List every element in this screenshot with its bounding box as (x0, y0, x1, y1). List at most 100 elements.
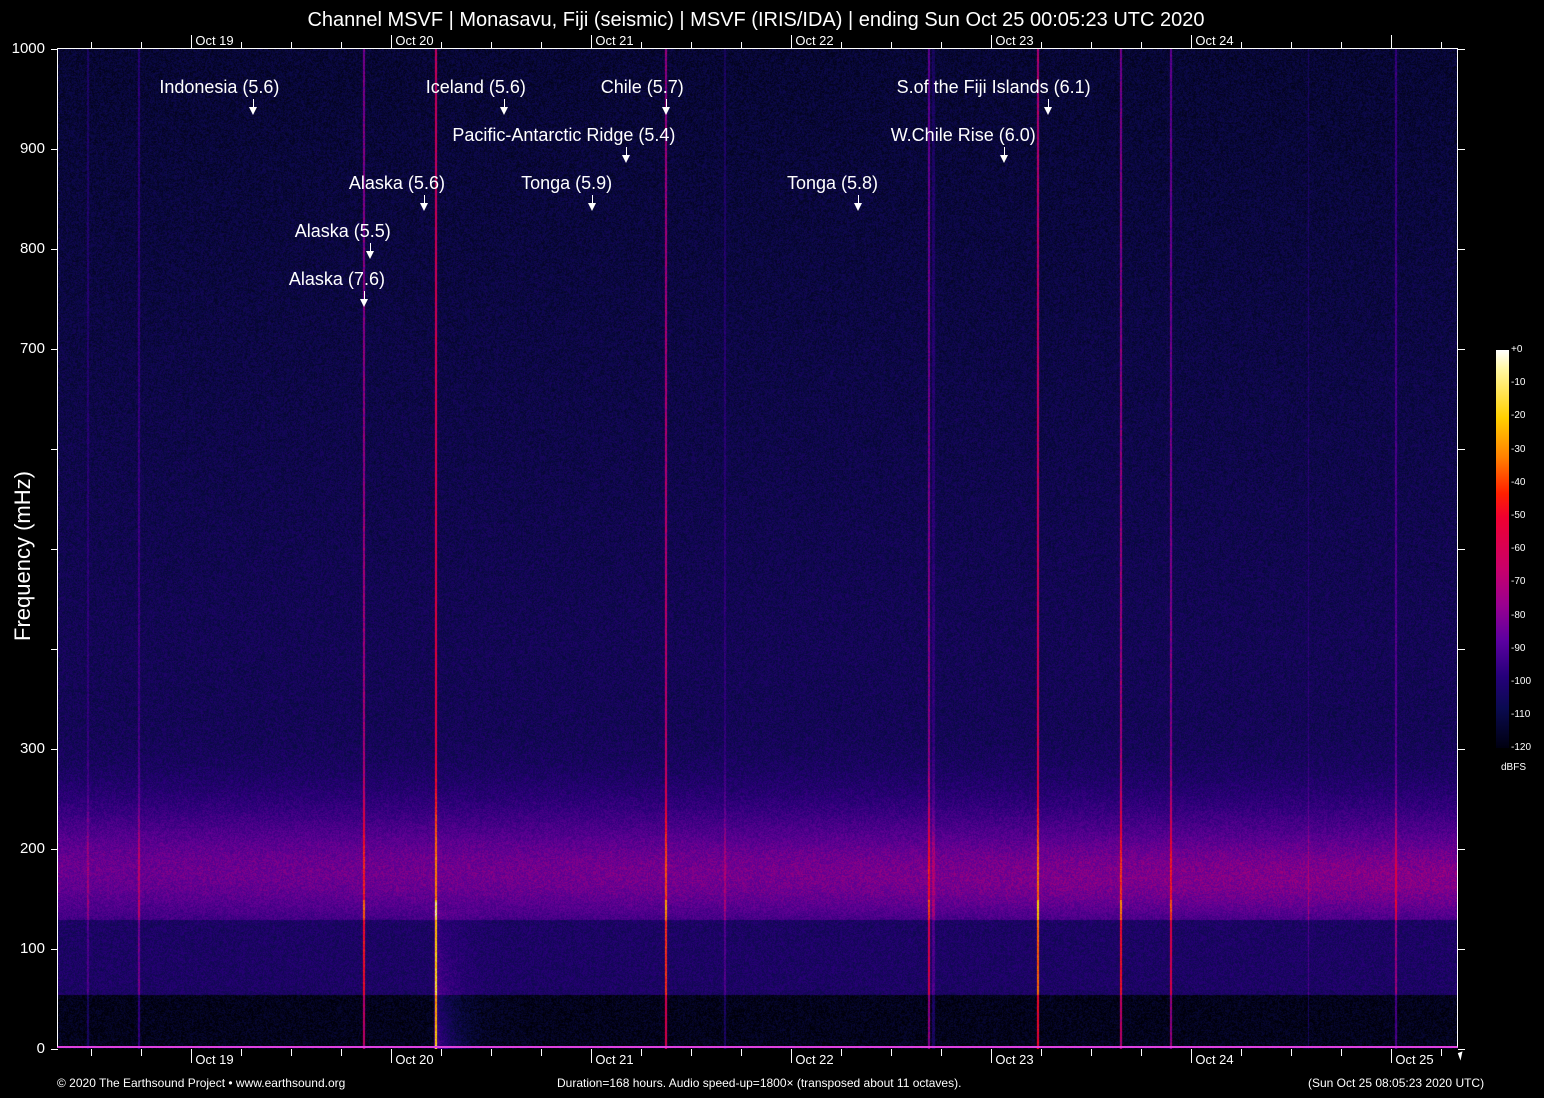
duration-info: Duration=168 hours. Audio speed-up=1800×… (557, 1076, 962, 1090)
y-tick-right (1458, 1049, 1465, 1050)
x-tick (1241, 1049, 1243, 1056)
x-tick-top (841, 42, 843, 49)
x-tick (941, 1049, 943, 1056)
x-tick-top (1191, 35, 1193, 49)
event-label: Indonesia (5.6) (159, 77, 280, 97)
y-tick (51, 949, 58, 950)
y-tick (51, 1049, 58, 1050)
colorbar-tick-label: -20 (1511, 410, 1526, 422)
x-tick (741, 1049, 743, 1056)
y-tick (51, 449, 58, 450)
colorbar-unit: dBFS (1501, 762, 1527, 773)
x-tick (541, 1049, 543, 1056)
y-tick-right (1458, 449, 1465, 450)
y-tick (51, 149, 58, 150)
x-tick-top (91, 42, 93, 49)
y-tick-label: 100 (19, 940, 45, 957)
x-tick (641, 1049, 643, 1056)
x-tick-label-top: Oct 23 (995, 33, 1034, 48)
x-tick-label-top: Oct 19 (195, 33, 234, 48)
cursor-icon (1457, 1051, 1466, 1061)
event-arrow-icon (419, 195, 428, 211)
x-tick (291, 1049, 293, 1056)
x-tick-top (691, 42, 693, 49)
chart-title: Channel MSVF | Monasavu, Fiji (seismic) … (307, 9, 1205, 31)
y-tick (51, 349, 58, 350)
x-tick (191, 1049, 193, 1063)
event-label: Alaska (7.6) (288, 269, 385, 289)
x-tick (691, 1049, 693, 1056)
x-tick-top (741, 42, 743, 49)
x-tick (991, 1049, 993, 1063)
y-tick-label: 900 (19, 140, 45, 157)
end-time: (Sun Oct 25 08:05:23 2020 UTC) (1308, 1076, 1485, 1090)
y-tick (51, 849, 58, 850)
y-tick-right (1458, 649, 1465, 650)
event-label: Iceland (5.6) (425, 77, 526, 97)
event-label: Alaska (5.5) (294, 221, 391, 241)
x-tick (891, 1049, 893, 1056)
x-tick (241, 1049, 243, 1056)
x-tick (141, 1049, 143, 1056)
y-tick-right (1458, 949, 1465, 950)
colorbar-tick-label: -30 (1511, 443, 1526, 455)
event-label: Tonga (5.9) (521, 173, 613, 193)
event-arrow-icon (854, 195, 862, 211)
x-tick-top (1291, 42, 1293, 49)
event-label: Alaska (5.6) (348, 173, 445, 193)
x-tick-top (341, 42, 343, 49)
y-tick (51, 549, 58, 550)
x-tick-top (991, 35, 993, 49)
event-arrow-icon (1044, 99, 1052, 115)
event-arrow-icon (365, 243, 374, 259)
event-label: Pacific-Antarctic Ridge (5.4) (452, 125, 676, 145)
colorbar (1496, 350, 1509, 748)
x-tick-top (441, 42, 443, 49)
x-tick-top (1091, 42, 1093, 49)
y-tick-right (1458, 149, 1465, 150)
x-tick (1391, 1049, 1393, 1063)
y-tick-right (1458, 849, 1465, 850)
x-tick-label: Oct 19 (195, 1052, 234, 1067)
colorbar-tick-label: -40 (1511, 476, 1526, 488)
colorbar-tick-label: -80 (1511, 609, 1526, 621)
x-tick-top (1141, 42, 1143, 49)
spectrogram-heatmap (58, 49, 1458, 1049)
colorbar-tick-label: -100 (1511, 676, 1532, 687)
x-tick-top (591, 35, 593, 49)
y-tick-label: 200 (19, 840, 45, 857)
y-tick (51, 249, 58, 250)
x-tick-top (291, 42, 293, 49)
x-tick (591, 1049, 593, 1063)
event-arrow-icon (661, 99, 670, 115)
event-arrow-icon (622, 147, 631, 163)
x-tick (391, 1049, 393, 1063)
event-label: S.of the Fiji Islands (6.1) (896, 77, 1091, 97)
x-tick (91, 1049, 93, 1056)
x-tick-top (491, 42, 493, 49)
x-tick (1041, 1049, 1043, 1056)
y-tick-label: 300 (19, 740, 45, 757)
x-tick-label: Oct 23 (995, 1052, 1034, 1067)
x-tick (1141, 1049, 1143, 1056)
x-tick (341, 1049, 343, 1056)
x-tick-top (891, 42, 893, 49)
x-tick-label: Oct 20 (395, 1052, 434, 1067)
x-tick (1091, 1049, 1093, 1056)
x-tick-label-top: Oct 21 (595, 33, 634, 48)
x-tick-top (191, 35, 193, 49)
x-tick (1191, 1049, 1193, 1063)
colorbar-tick-label: -70 (1511, 576, 1526, 588)
event-arrow-icon (999, 147, 1008, 163)
colorbar-tick-label: -50 (1511, 510, 1526, 521)
y-tick-right (1458, 349, 1465, 350)
y-tick (51, 649, 58, 650)
colorbar-tick-label: -10 (1511, 377, 1526, 389)
event-label: W.Chile Rise (6.0) (890, 125, 1036, 145)
y-tick-right (1458, 749, 1465, 750)
x-tick-label-top: Oct 24 (1195, 33, 1234, 48)
x-tick-top (241, 42, 243, 49)
event-arrow-icon (588, 195, 597, 211)
event-arrow-icon (249, 99, 257, 115)
y-tick-right (1458, 549, 1465, 550)
